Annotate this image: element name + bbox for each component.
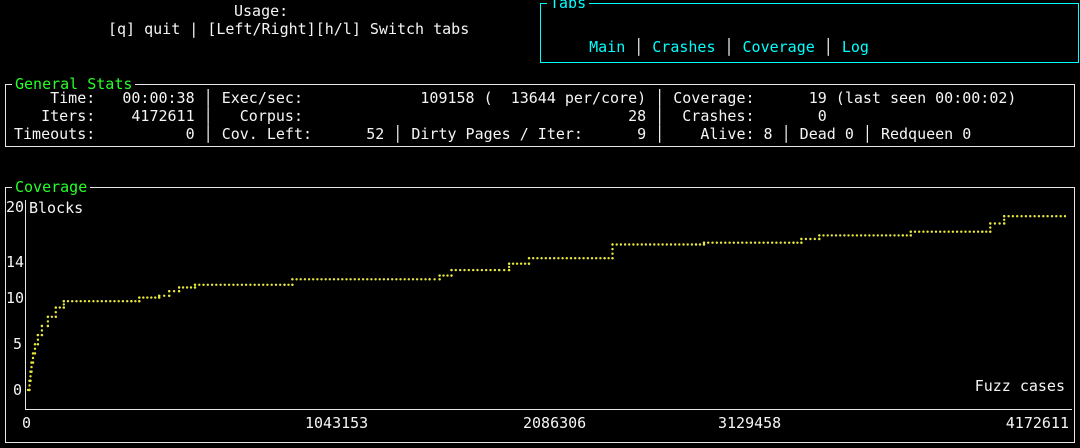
x-axis-line	[25, 409, 1072, 410]
x-tick: 3129458	[718, 415, 781, 431]
tab-main[interactable]: Main	[589, 38, 625, 56]
tabs-panel-title: Tabs	[547, 0, 589, 12]
y-tick: 10	[6, 290, 22, 306]
general-stats-rows: Time: 00:00:38 │ Exec/sec: 109158 ( 1364…	[14, 89, 1016, 143]
stats-row-1: Time: 00:00:38 │ Exec/sec: 109158 ( 1364…	[14, 89, 1016, 107]
tab-coverage[interactable]: Coverage	[743, 38, 815, 56]
x-tick: 1043153	[305, 415, 368, 431]
tab-log[interactable]: Log	[842, 38, 869, 56]
y-tick: 14	[6, 254, 22, 270]
tabs-row: Main│Crashes│Coverage│Log	[553, 20, 869, 74]
stats-row-3: Timeouts: 0 │ Cov. Left: 52 │ Dirty Page…	[14, 125, 1016, 143]
y-tick: 20	[6, 199, 22, 215]
stats-row-2: Iters: 4172611 │ Corpus: 28 │ Crashes: 0	[14, 107, 1016, 125]
tab-crashes[interactable]: Crashes	[652, 38, 715, 56]
x-tick: 0	[22, 415, 31, 431]
coverage-panel: Coverage Blocks 20 14 10 5 0 Fuzz cases …	[5, 187, 1075, 443]
y-tick: 5	[6, 336, 22, 352]
x-tick: 4172611	[1006, 415, 1069, 431]
tab-separator: │	[815, 38, 842, 56]
usage-title: Usage:	[234, 2, 288, 20]
x-tick: 2086306	[523, 415, 586, 431]
tab-separator: │	[716, 38, 743, 56]
fuzzer-tui-screen: { "colors": { "bg": "#000000", "fg": "#f…	[0, 0, 1080, 448]
coverage-plot	[25, 202, 1073, 408]
general-stats-panel: General Stats Time: 00:00:38 │ Exec/sec:…	[5, 84, 1075, 147]
tabs-panel: Tabs Main│Crashes│Coverage│Log	[540, 3, 1079, 63]
usage-keys-hint: [q] quit | [Left/Right][h/l] Switch tabs	[108, 20, 469, 38]
tab-separator: │	[625, 38, 652, 56]
x-axis-label: Fuzz cases	[975, 378, 1065, 394]
y-tick: 0	[6, 382, 22, 398]
coverage-panel-title: Coverage	[12, 178, 90, 196]
